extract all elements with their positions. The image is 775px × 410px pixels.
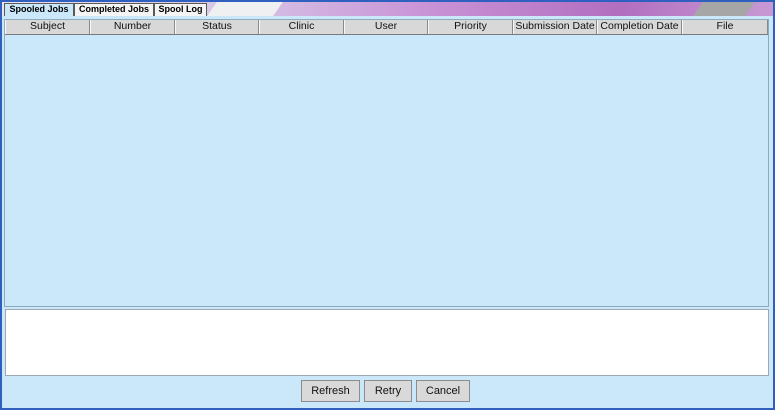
column-header-number[interactable]: Number bbox=[90, 20, 175, 34]
button-bar: Refresh Retry Cancel bbox=[2, 380, 773, 402]
column-header-submission-date[interactable]: Submission Date bbox=[513, 20, 597, 34]
retry-button[interactable]: Retry bbox=[364, 380, 412, 402]
jobs-table: Subject Number Status Clinic User Priori… bbox=[4, 19, 769, 307]
refresh-button[interactable]: Refresh bbox=[301, 380, 360, 402]
table-header: Subject Number Status Clinic User Priori… bbox=[5, 20, 768, 35]
column-header-user[interactable]: User bbox=[344, 20, 428, 34]
tab-strip: Spooled Jobs Completed Jobs Spool Log bbox=[2, 2, 773, 16]
tab-strip-decoration bbox=[207, 2, 283, 16]
column-header-clinic[interactable]: Clinic bbox=[259, 20, 344, 34]
column-header-subject[interactable]: Subject bbox=[5, 20, 90, 34]
tab-completed-jobs[interactable]: Completed Jobs bbox=[74, 3, 154, 16]
column-header-completion-date[interactable]: Completion Date bbox=[597, 20, 682, 34]
column-header-status[interactable]: Status bbox=[175, 20, 259, 34]
column-header-priority[interactable]: Priority bbox=[428, 20, 513, 34]
message-area[interactable] bbox=[5, 309, 769, 376]
tab-strip-decoration bbox=[693, 2, 755, 16]
table-body[interactable] bbox=[5, 35, 768, 306]
tab-spooled-jobs[interactable]: Spooled Jobs bbox=[4, 3, 74, 16]
window-content: Spooled Jobs Completed Jobs Spool Log Su… bbox=[2, 2, 773, 408]
tab-spool-log[interactable]: Spool Log bbox=[154, 3, 207, 16]
column-header-file[interactable]: File bbox=[682, 20, 768, 34]
app-window: Spooled Jobs Completed Jobs Spool Log Su… bbox=[0, 0, 775, 410]
cancel-button[interactable]: Cancel bbox=[416, 380, 470, 402]
